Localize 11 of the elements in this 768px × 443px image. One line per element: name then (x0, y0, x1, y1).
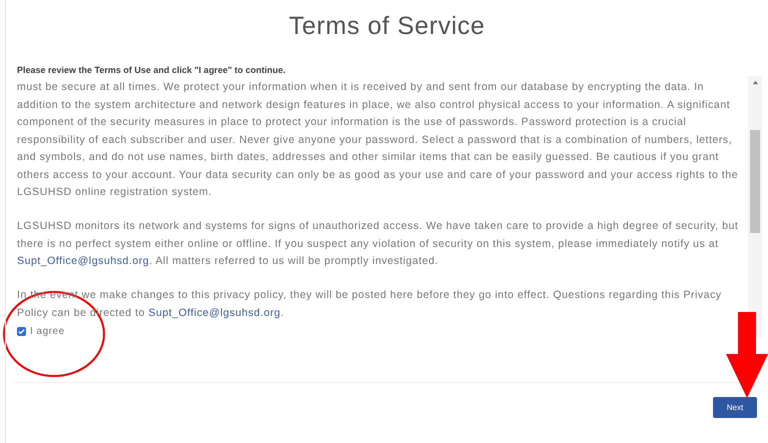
instruction-text: Please review the Terms of Use and click "I agree" to continue. (17, 64, 286, 76)
terms-paragraph: LGSUHSD monitors its network and systems for signs of unauthorized access. We have taken care to provide a high degree of security, but there is no perfect system either online or offline. If you suspect any violation of security on this system, please immediately notify us at Supt_Office@lgsuhsd.org. All matters referred to us will be promptly investigated. (17, 219, 740, 269)
next-button[interactable]: Next (713, 397, 757, 418)
email-link[interactable]: Supt_Office@lgsuhsd.org (17, 255, 150, 267)
scrollbar[interactable] (748, 76, 762, 338)
scroll-up-icon[interactable] (752, 79, 758, 86)
terms-paragraph: must be secure at all times. We protect your information when it is received by and sent from our database by encrypting the data. In addition to the system architecture and network design features in place, we also control physical access to your information. A significant component of the security measures in place to protect your information is the use of passwords. Password protection is a crucial responsibility of each subscriber and user. Never give anyone your password. Select a password that is a combination of numbers, letters, and symbols, and do not use names, birth dates, addresses and other similar items that can be easily guessed. Be cautious if you grant others access to your account. Your data security can only be as good as your use and care of your password and your access rights to the LGSUHSD online registration system. (17, 80, 739, 200)
email-link[interactable]: Supt_Office@lgsuhsd.org (148, 306, 281, 318)
agree-label: I agree (30, 324, 65, 338)
page-title: Terms of Service (288, 11, 486, 42)
agree-checkbox[interactable] (17, 326, 26, 336)
